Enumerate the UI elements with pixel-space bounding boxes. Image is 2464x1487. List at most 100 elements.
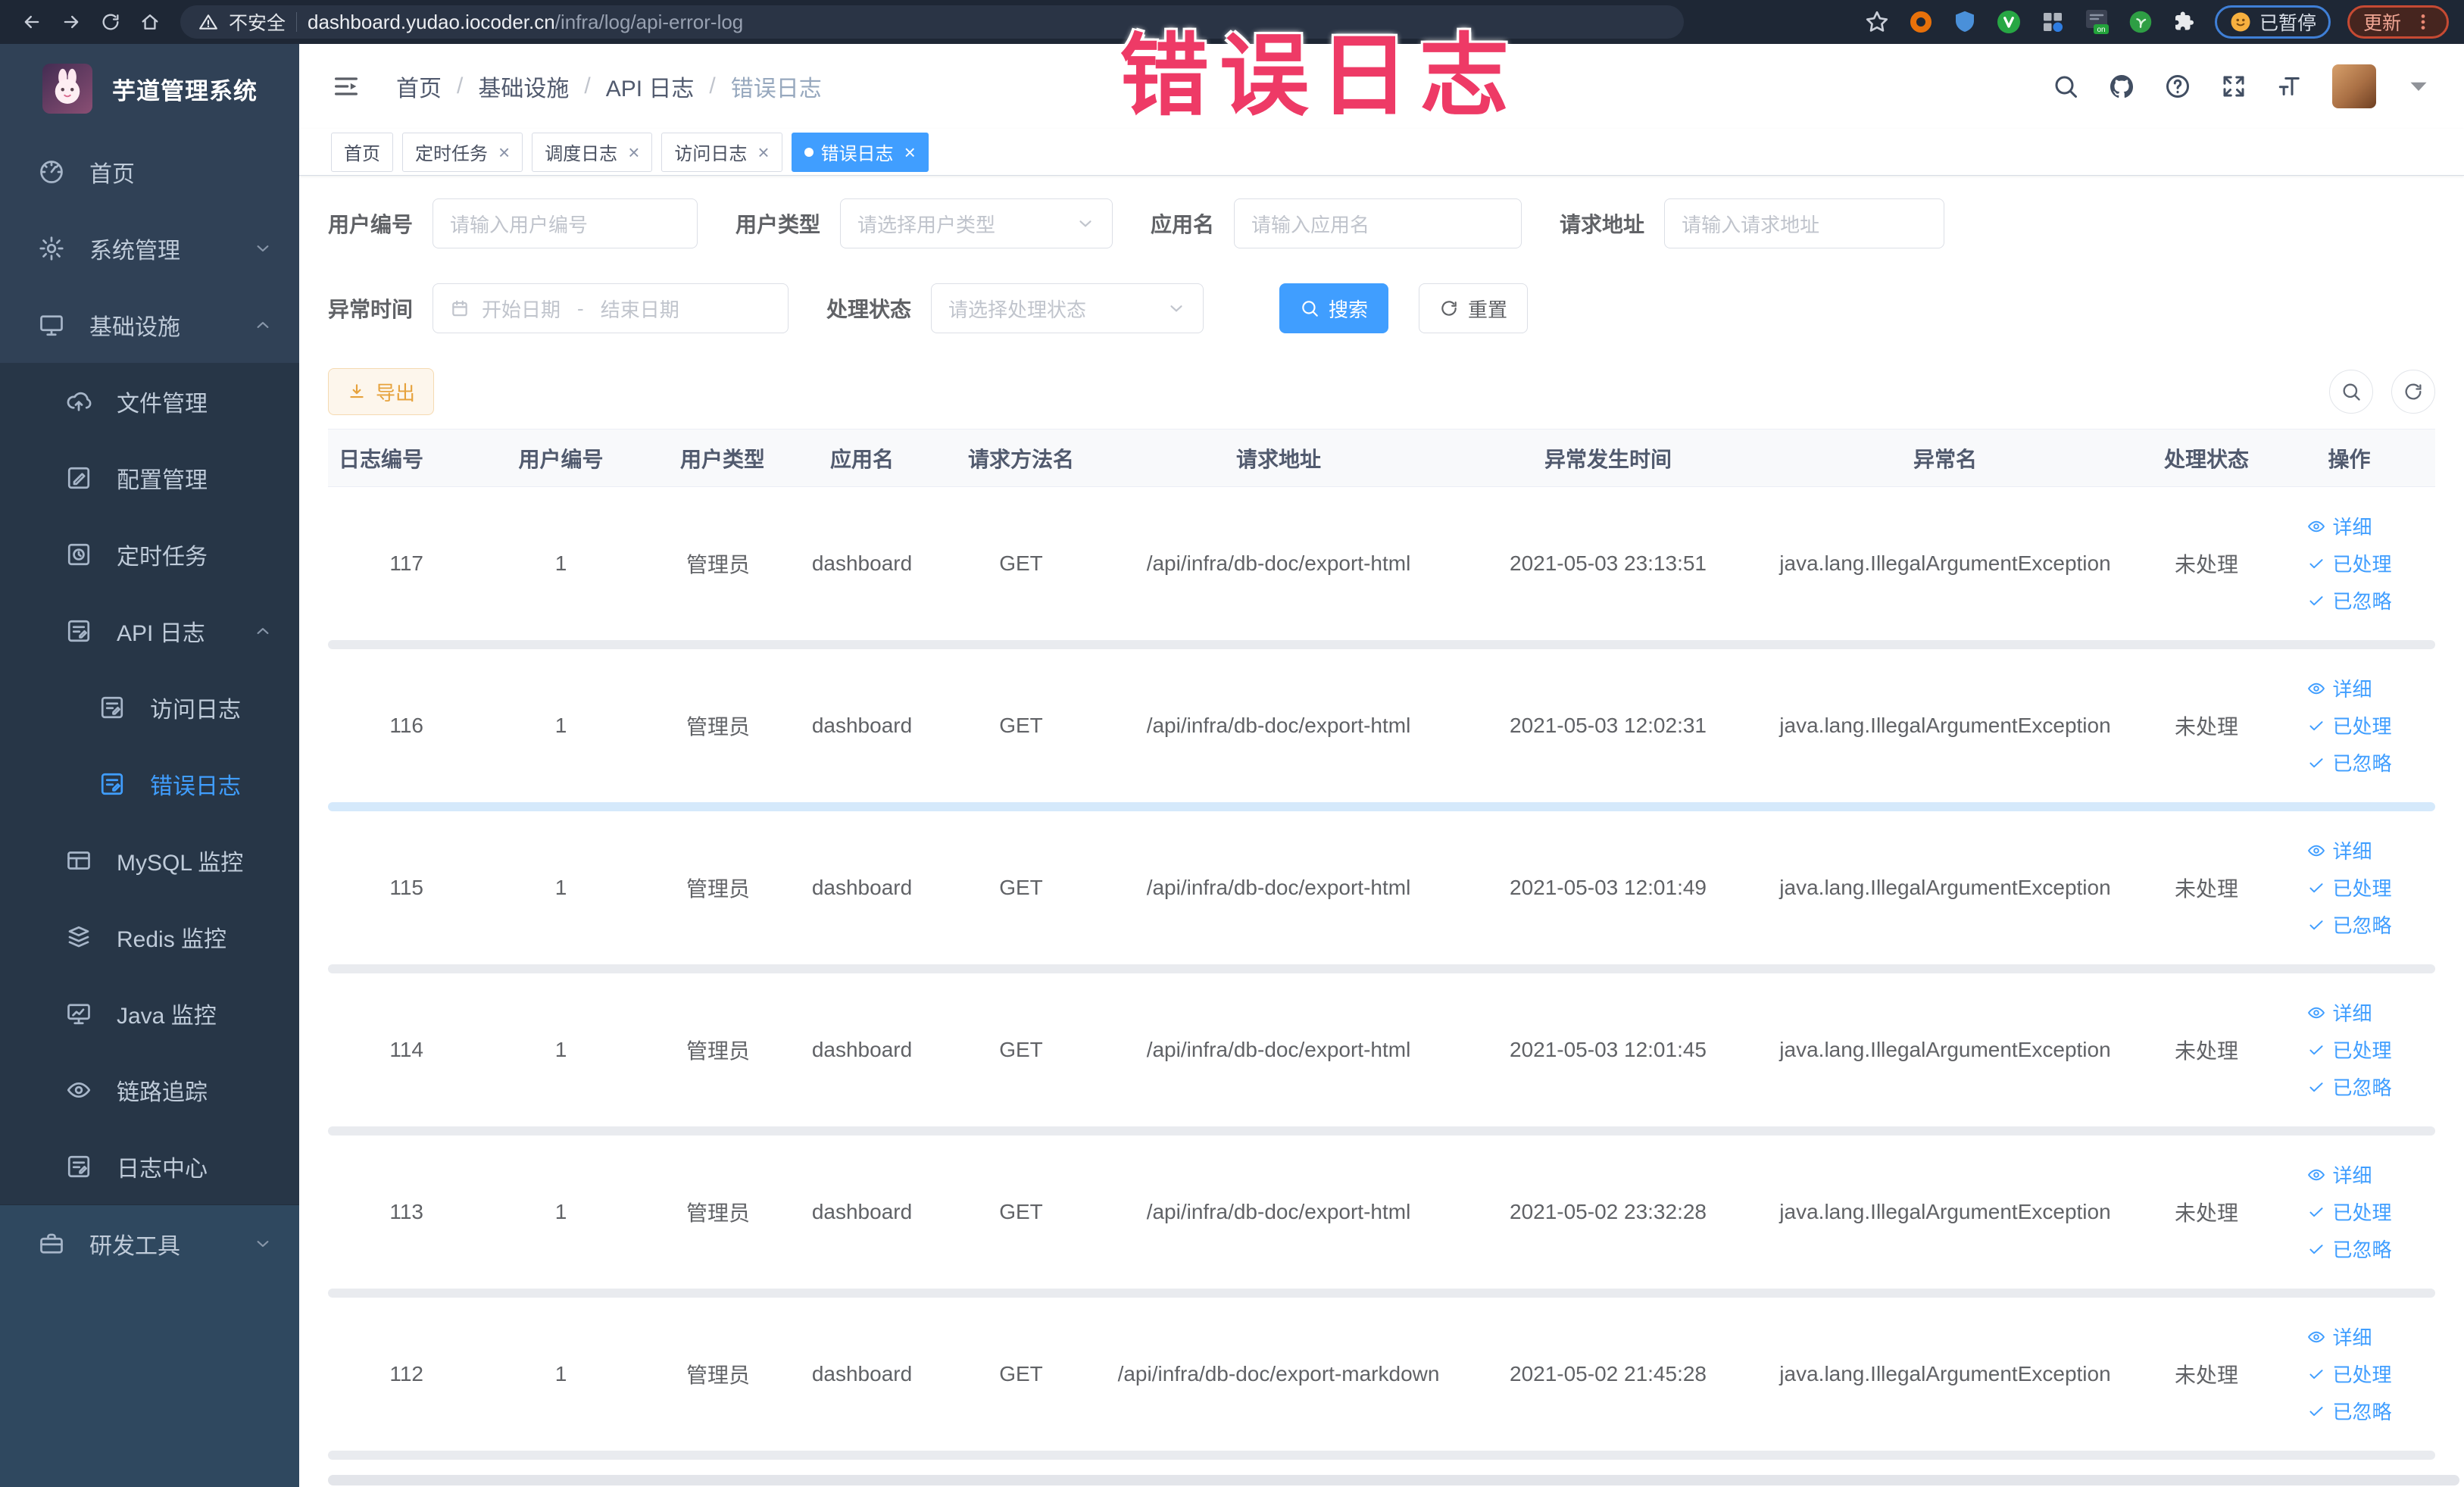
extension-shield-icon[interactable] xyxy=(1951,8,1978,36)
export-button[interactable]: 导出 xyxy=(328,368,435,415)
search-button[interactable]: 搜索 xyxy=(1279,283,1389,333)
tab-error-log[interactable]: 错误日志 × xyxy=(791,132,929,172)
extension-grid-icon[interactable] xyxy=(2039,8,2066,36)
eye-icon xyxy=(2306,679,2326,698)
reset-button[interactable]: 重置 xyxy=(1419,283,1529,333)
sidebar-item-label: 定时任务 xyxy=(117,544,208,570)
search-icon xyxy=(1300,298,1319,318)
font-size-icon[interactable] xyxy=(2276,73,2303,100)
address-bar[interactable]: 不安全 dashboard.yudao.iocoder.cn/infra/log… xyxy=(180,5,1684,39)
toggle-search-button[interactable] xyxy=(2329,370,2373,414)
avatar[interactable] xyxy=(2332,64,2376,108)
search-icon[interactable] xyxy=(2052,73,2079,100)
sidebar-item-job[interactable]: 定时任务 xyxy=(0,516,299,592)
app-name-cell: dashboard xyxy=(811,1037,913,1061)
detail-link[interactable]: 详细 xyxy=(2306,1323,2372,1351)
detail-link[interactable]: 详细 xyxy=(2306,836,2372,864)
ignored-link[interactable]: 已忽略 xyxy=(2306,1073,2392,1101)
sidebar-item-home[interactable]: 首页 xyxy=(0,133,299,210)
refresh-table-button[interactable] xyxy=(2391,370,2435,414)
sidebar-item-trace[interactable]: 链路追踪 xyxy=(0,1051,299,1128)
fullscreen-icon[interactable] xyxy=(2220,73,2247,100)
processed-link[interactable]: 已处理 xyxy=(2306,549,2392,577)
user-type-select[interactable]: 请选择用户类型 xyxy=(840,198,1113,248)
warning-icon xyxy=(198,12,218,32)
reload-button[interactable] xyxy=(94,5,127,39)
close-icon[interactable]: × xyxy=(628,142,639,162)
sidebar-item-config[interactable]: 配置管理 xyxy=(0,439,299,516)
request-url-input[interactable]: 请输入请求地址 xyxy=(1664,198,1945,248)
ignored-link[interactable]: 已忽略 xyxy=(2306,748,2392,776)
sidebar-item-mysql[interactable]: MySQL 监控 xyxy=(0,822,299,898)
check-icon xyxy=(2306,753,2326,773)
processed-link[interactable]: 已处理 xyxy=(2306,1198,2392,1226)
extension-on-badge-icon[interactable]: on xyxy=(2083,8,2110,36)
ignored-link[interactable]: 已忽略 xyxy=(2306,1235,2392,1263)
extension-leaf-icon[interactable] xyxy=(2127,8,2154,36)
filter-label: 处理状态 xyxy=(826,298,912,321)
processed-link[interactable]: 已处理 xyxy=(2306,873,2392,901)
dashboard-icon xyxy=(38,158,65,186)
detail-link[interactable]: 详细 xyxy=(2306,512,2372,540)
profile-paused-badge[interactable]: 已暂停 xyxy=(2214,5,2331,39)
forward-button[interactable] xyxy=(55,5,88,39)
sidebar-item-infra[interactable]: 基础设施 xyxy=(0,286,299,363)
hamburger-icon[interactable] xyxy=(331,71,361,102)
sidebar-item-error-log[interactable]: 错误日志 xyxy=(0,745,299,822)
processed-link[interactable]: 已处理 xyxy=(2306,1036,2392,1064)
app-name-input[interactable]: 请输入应用名 xyxy=(1234,198,1522,248)
process-status-select[interactable]: 请选择处理状态 xyxy=(931,283,1204,333)
ignored-link[interactable]: 已忽略 xyxy=(2306,586,2392,614)
home-button[interactable] xyxy=(133,5,167,39)
sidebar-item-api-log[interactable]: API 日志 xyxy=(0,592,299,669)
update-button[interactable]: 更新 xyxy=(2347,5,2449,39)
end-date-placeholder[interactable]: 结束日期 xyxy=(601,295,679,323)
detail-link[interactable]: 详细 xyxy=(2306,998,2372,1026)
user-id-cell: 1 xyxy=(554,1199,567,1223)
detail-link[interactable]: 详细 xyxy=(2306,1161,2372,1189)
tab-job-log[interactable]: 调度日志 × xyxy=(532,132,653,172)
breadcrumb-item[interactable]: API 日志 xyxy=(606,70,695,103)
sidebar-item-java[interactable]: Java 监控 xyxy=(0,975,299,1051)
tab-home[interactable]: 首页 xyxy=(331,132,393,172)
detail-link[interactable]: 详细 xyxy=(2306,674,2372,702)
sidebar-item-log-center[interactable]: 日志中心 xyxy=(0,1128,299,1204)
ignored-link[interactable]: 已忽略 xyxy=(2306,911,2392,939)
extensions-puzzle-icon[interactable] xyxy=(2171,8,2198,36)
processed-link[interactable]: 已处理 xyxy=(2306,1360,2392,1388)
sidebar-item-system[interactable]: 系统管理 xyxy=(0,210,299,286)
column-header: 异常名 xyxy=(1741,429,2150,487)
security-label[interactable]: 不安全 xyxy=(229,8,286,36)
ignored-link[interactable]: 已忽略 xyxy=(2306,1397,2392,1425)
extension-green-v-icon[interactable] xyxy=(1995,8,2022,36)
close-icon[interactable]: × xyxy=(904,142,916,162)
tab-access-log[interactable]: 访问日志 × xyxy=(661,132,782,172)
date-range-picker[interactable]: 开始日期 - 结束日期 xyxy=(433,283,789,333)
extension-orange-icon[interactable] xyxy=(1907,8,1935,36)
tab-job[interactable]: 定时任务 × xyxy=(402,132,523,172)
close-icon[interactable]: × xyxy=(757,142,769,162)
app-window: 芋道管理系统 首页 系统管理 基础设施 文件管理 配置管理 定时任务 API 日志 访问日志错… xyxy=(0,44,2464,1487)
sidebar-item-file[interactable]: 文件管理 xyxy=(0,363,299,439)
sidebar-item-dev-tools[interactable]: 研发工具 xyxy=(0,1205,299,1282)
menu-dots-icon[interactable] xyxy=(2413,12,2433,32)
start-date-placeholder[interactable]: 开始日期 xyxy=(482,295,561,323)
user-id-input[interactable]: 请输入用户编号 xyxy=(433,198,698,248)
app-logo-area[interactable]: 芋道管理系统 xyxy=(0,44,299,133)
app-title: 芋道管理系统 xyxy=(112,77,258,105)
app-name-cell: dashboard xyxy=(811,1199,913,1223)
user-type-cell: 管理员 xyxy=(685,714,750,739)
help-icon[interactable] xyxy=(2164,73,2191,100)
breadcrumb-item[interactable]: 首页 xyxy=(396,70,442,103)
processed-link[interactable]: 已处理 xyxy=(2306,711,2392,739)
bookmark-star-icon[interactable] xyxy=(1863,8,1891,36)
breadcrumb-item[interactable]: 基础设施 xyxy=(478,70,569,103)
back-button[interactable] xyxy=(15,5,48,39)
sidebar-item-access-log[interactable]: 访问日志 xyxy=(0,669,299,745)
horizontal-scrollbar[interactable] xyxy=(328,1475,2459,1485)
github-icon[interactable] xyxy=(2108,73,2135,100)
close-icon[interactable]: × xyxy=(498,142,510,162)
sidebar-item-redis[interactable]: Redis 监控 xyxy=(0,898,299,975)
tab-label: 错误日志 xyxy=(820,144,894,164)
chevron-down-icon[interactable] xyxy=(2405,73,2432,100)
